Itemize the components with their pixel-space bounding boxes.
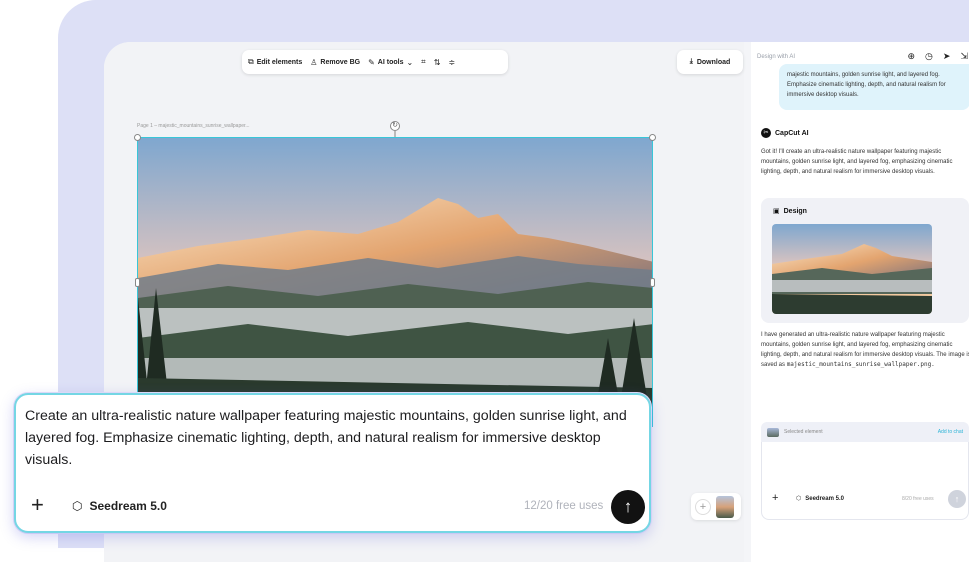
- rotate-icon[interactable]: ↻: [390, 121, 400, 131]
- panel-model-selector[interactable]: ⬡ Seedream 5.0: [796, 495, 844, 503]
- layers-icon: ⧉: [248, 57, 254, 66]
- image-thumbnail[interactable]: [716, 495, 734, 518]
- resize-handle[interactable]: [134, 134, 141, 141]
- canvas-image[interactable]: [137, 137, 653, 427]
- ai-result-message: I have generated an ultra-realistic natu…: [761, 332, 969, 368]
- plus-icon[interactable]: +: [772, 492, 778, 504]
- resize-handle[interactable]: [650, 278, 655, 287]
- panel-chat-input[interactable]: + ⬡ Seedream 5.0 8/20 free uses ↑: [761, 442, 969, 520]
- send-button[interactable]: ↑: [611, 490, 645, 524]
- design-thumbnail[interactable]: [772, 224, 932, 314]
- cube-icon: ⬡: [796, 496, 802, 502]
- resize-handle[interactable]: [135, 278, 140, 287]
- design-title: ▣ Design: [773, 207, 807, 216]
- download-button[interactable]: ⤓ Download: [677, 50, 743, 74]
- add-to-chat-link[interactable]: Add to chat: [938, 429, 963, 435]
- panel-send-button[interactable]: ↑: [948, 490, 966, 508]
- ai-chat-panel: Design with AI ⊕ ◷ ➤ ⇲ majestic mountain…: [751, 42, 969, 562]
- crop-icon[interactable]: ⌗: [421, 57, 426, 67]
- magic-wand-icon: ✎: [368, 57, 375, 67]
- ai-message-header: ✂ CapCut AI: [761, 128, 809, 138]
- design-icon: ▣: [773, 208, 780, 215]
- page-label: Page 1 – majestic_mountains_sunrise_wall…: [137, 123, 250, 129]
- mini-thumbnail-bar: +: [691, 493, 741, 520]
- panel-uses-counter: 8/20 free uses: [902, 496, 934, 502]
- ai-tools-button[interactable]: ✎ AI tools ⌄: [368, 58, 413, 67]
- person-icon: ♙: [310, 57, 318, 67]
- model-selector[interactable]: ⬡ Seedream 5.0: [72, 499, 167, 513]
- uses-counter: 12/20 free uses: [524, 500, 604, 512]
- panel-actions: ⊕ ◷ ➤ ⇲: [908, 51, 969, 62]
- resize-handle[interactable]: [649, 134, 656, 141]
- cube-icon: ⬡: [72, 499, 83, 513]
- design-card[interactable]: ▣ Design: [761, 198, 969, 323]
- flip-icon[interactable]: ⇅: [434, 58, 441, 67]
- selected-element-bar: Selected element Add to chat: [761, 422, 969, 442]
- plus-icon[interactable]: +: [31, 494, 44, 516]
- chevron-down-icon: ⌄: [406, 57, 414, 67]
- new-chat-icon[interactable]: ⊕: [908, 51, 916, 62]
- capcut-logo-icon: ✂: [761, 128, 771, 138]
- panel-title: Design with AI: [757, 54, 796, 60]
- prompt-text[interactable]: Create an ultra-realistic nature wallpap…: [25, 405, 645, 471]
- thumbnail-image: [772, 224, 932, 314]
- user-message: majestic mountains, golden sunrise light…: [779, 64, 969, 110]
- download-icon: ⤓: [689, 58, 693, 65]
- filename: majestic_mountains_sunrise_wallpaper.png…: [786, 361, 935, 368]
- collapse-icon[interactable]: ⇲: [960, 51, 968, 62]
- prompt-box[interactable]: Create an ultra-realistic nature wallpap…: [14, 393, 651, 533]
- adjust-icon[interactable]: ≑: [448, 58, 455, 67]
- add-image-icon[interactable]: +: [695, 498, 711, 515]
- mountain-wallpaper-image: [138, 138, 652, 426]
- image-toolbar: ⧉ Edit elements ♙ Remove BG ✎ AI tools ⌄ ⌗ ⇅…: [242, 50, 508, 74]
- remove-bg-button[interactable]: ♙ Remove BG: [310, 58, 360, 67]
- share-icon[interactable]: ➤: [943, 51, 951, 62]
- edit-elements-button[interactable]: ⧉ Edit elements: [248, 57, 302, 67]
- history-icon[interactable]: ◷: [925, 51, 933, 62]
- selected-thumbnail: [767, 427, 779, 437]
- ai-reply: Got it! I'll create an ultra-realistic n…: [761, 149, 953, 175]
